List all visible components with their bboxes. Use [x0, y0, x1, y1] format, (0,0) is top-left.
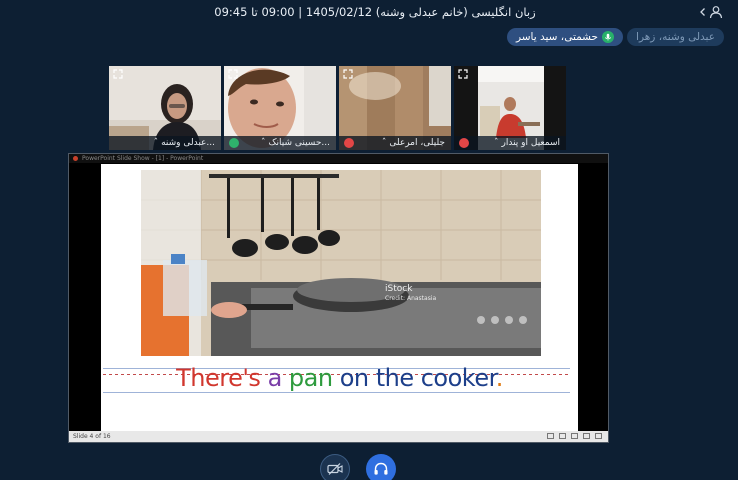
zoom-icon[interactable]: [595, 433, 602, 439]
speaker-list: حشمتی، سید یاسر عبدلی وشنه، زهرا: [506, 28, 724, 46]
slide-counter: Slide 4 of 16: [73, 433, 111, 440]
powerpoint-icon: [73, 156, 78, 161]
headset-on-icon: [229, 138, 239, 148]
participants-button[interactable]: [698, 4, 724, 20]
screen-share-panel[interactable]: PowerPoint Slide Show - [1] - PowerPoint: [68, 153, 609, 443]
participant-namebar: ˆ جلیلی، امرعلی: [339, 136, 451, 150]
expand-icon[interactable]: [228, 69, 238, 79]
slide-sorter-icon[interactable]: [559, 433, 566, 439]
expand-icon[interactable]: [113, 69, 123, 79]
chevron-up-icon: ˆ: [260, 138, 266, 148]
participant-tile-student-3[interactable]: ˆ اسمعیل او پندار: [454, 66, 566, 150]
participant-name: جلیلی، امرعلی: [389, 138, 445, 148]
headphones-icon: [374, 462, 388, 475]
camera-off-icon: [327, 463, 343, 475]
header-bar: زبان انگلیسی (خانم عبدلی وشنه) 1405/02/1…: [0, 0, 750, 26]
headset-off-icon: [344, 138, 354, 148]
kitchen-photo: [141, 170, 541, 356]
window-edge: [738, 0, 750, 480]
presentation-slide: iStock Credit: Anastasia There's a pan o…: [101, 164, 578, 432]
chevron-left-icon: [700, 8, 705, 16]
slideshow-view-controls: [547, 433, 602, 439]
participant-tile-student-2[interactable]: ˆ جلیلی، امرعلی: [339, 66, 451, 150]
audio-toggle-button[interactable]: [366, 454, 396, 480]
photo-watermark: iStock: [385, 284, 413, 294]
participant-tile-student-1[interactable]: ˆ حسینی شیانک...: [224, 66, 336, 150]
expand-icon[interactable]: [458, 69, 468, 79]
headset-off-icon: [459, 138, 469, 148]
slide-caption: There's a pan on the cooker.: [101, 364, 578, 392]
classroom-app: زبان انگلیسی (خانم عبدلی وشنه) 1405/02/1…: [0, 0, 750, 480]
caption-word: on the cooker: [332, 364, 497, 392]
slideshow-icon[interactable]: [583, 433, 590, 439]
guide-line: [103, 392, 570, 393]
caption-word: .: [495, 364, 504, 392]
participant-tile-teacher[interactable]: ˆ عبدلی وشنه...: [109, 66, 221, 150]
participant-namebar: ˆ حسینی شیانک...: [224, 136, 336, 150]
slide-photo: iStock Credit: Anastasia: [141, 170, 541, 356]
photo-credit: Credit: Anastasia: [385, 295, 437, 302]
microphone-icon: [602, 31, 615, 43]
participant-name: عبدلی وشنه...: [161, 138, 215, 148]
reading-view-icon[interactable]: [571, 433, 578, 439]
shared-window-title: PowerPoint Slide Show - [1] - PowerPoint: [82, 155, 204, 162]
slideshow-status-bar: Slide 4 of 16: [69, 431, 608, 442]
caption-word: pan: [281, 364, 333, 392]
participant-name: حسینی شیانک...: [268, 138, 330, 148]
participant-namebar: ˆ اسمعیل او پندار: [454, 136, 566, 150]
caption-word: There's: [176, 364, 261, 392]
chevron-up-icon: ˆ: [494, 138, 499, 148]
chevron-up-icon: ˆ: [153, 138, 159, 148]
speaker-chip-muted[interactable]: عبدلی وشنه، زهرا: [627, 28, 724, 46]
participant-name: اسمعیل او پندار: [501, 138, 560, 148]
camera-toggle-button[interactable]: [320, 454, 350, 480]
caption-word: a: [260, 364, 283, 392]
chevron-up-icon: ˆ: [381, 138, 387, 148]
expand-icon[interactable]: [343, 69, 353, 79]
normal-view-icon[interactable]: [547, 433, 554, 439]
session-title: زبان انگلیسی (خانم عبدلی وشنه) 1405/02/1…: [214, 5, 536, 19]
participant-namebar: ˆ عبدلی وشنه...: [109, 136, 221, 150]
user-icon: [709, 6, 723, 19]
shared-window-titlebar: PowerPoint Slide Show - [1] - PowerPoint: [69, 154, 608, 163]
speaker-name: عبدلی وشنه، زهرا: [636, 31, 715, 43]
speaker-chip-active[interactable]: حشمتی، سید یاسر: [506, 28, 624, 46]
speaker-name: حشمتی، سید یاسر: [515, 31, 599, 43]
